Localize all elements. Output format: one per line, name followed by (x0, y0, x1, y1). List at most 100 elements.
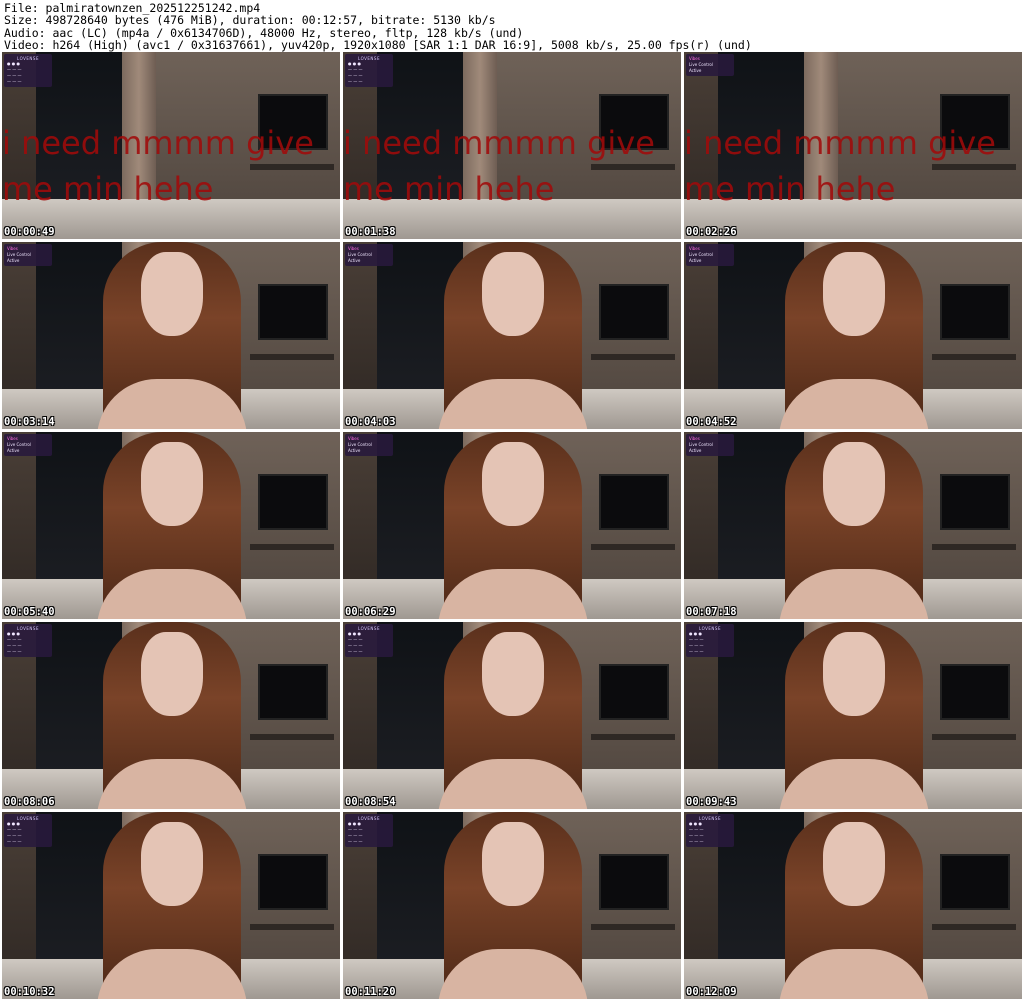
timestamp: 00:12:09 (686, 986, 737, 998)
timestamp: 00:02:26 (686, 226, 737, 238)
panel-active: Active (689, 68, 702, 73)
overlay-line-1: i need mmmm give (2, 124, 314, 162)
thumbnail: Vibes Live Control Active i need mmmm give m… (684, 52, 1022, 239)
toy-control-panel: LOVENSE ● ● ● — — — — — — — — — (345, 814, 393, 847)
tv-screen (258, 474, 328, 530)
tv-screen (258, 854, 328, 910)
thumbnail: LOVENSE ● ● ● — — — — — — — — — 00:10:32 (2, 812, 340, 999)
tv-screen (599, 854, 669, 910)
room-scene (2, 622, 340, 809)
timestamp: 00:09:43 (686, 796, 737, 808)
tv-screen (599, 474, 669, 530)
person-figure (438, 622, 588, 809)
overlay-caption: i need mmmm give me min hehe (343, 120, 681, 212)
thumbnail: Vibes Live Control Active 00:06:29 (343, 432, 681, 619)
room-scene (343, 622, 681, 809)
person-figure (779, 242, 929, 429)
thumbnail: LOVENSE ● ● ● — — — — — — — — — 00:11:20 (343, 812, 681, 999)
toy-control-panel: LOVENSE ● ● ● — — — — — — — — — (4, 624, 52, 657)
toy-control-panel: Vibes Live Control Active (345, 244, 393, 266)
person-figure (438, 432, 588, 619)
room-scene (343, 432, 681, 619)
thumbnail: Vibes Live Control Active 00:03:14 (2, 242, 340, 429)
overlay-line-2: me min hehe (2, 170, 214, 208)
toy-control-panel: LOVENSE ● ● ● — — — — — — — — — (686, 624, 734, 657)
person-figure (97, 622, 247, 809)
timestamp: 00:07:18 (686, 606, 737, 618)
timestamp: 00:11:20 (345, 986, 396, 998)
toy-control-panel: Vibes Live Control Active (345, 434, 393, 456)
timestamp: 00:00:49 (4, 226, 55, 238)
tv-screen (599, 284, 669, 340)
person-figure (779, 432, 929, 619)
panel-active: Active (689, 448, 702, 453)
panel-row: — — — (7, 649, 22, 654)
thumbnail: LOVENSE ● ● ● — — — — — — — — — 00:09:43 (684, 622, 1022, 809)
toy-control-panel: LOVENSE ● ● ● — — — — — — — — — (345, 54, 393, 87)
panel-row: — — — (348, 839, 363, 844)
person-figure (97, 812, 247, 999)
overlay-line-1: i need mmmm give (343, 124, 655, 162)
thumbnail-grid: LOVENSE ● ● ● — — — — — — — — — i need mmmm g… (2, 52, 1022, 1001)
file-info-header: File: palmiratownzen_202512251242.mp4 Si… (0, 0, 1024, 52)
timestamp: 00:04:03 (345, 416, 396, 428)
room-scene (343, 812, 681, 999)
overlay-line-1: i need mmmm give (684, 124, 996, 162)
panel-row: — — — (348, 79, 363, 84)
toy-control-panel: Vibes Live Control Active (686, 244, 734, 266)
timestamp: 00:05:40 (4, 606, 55, 618)
toy-control-panel: LOVENSE ● ● ● — — — — — — — — — (4, 814, 52, 847)
person-figure (779, 622, 929, 809)
thumbnail: LOVENSE ● ● ● — — — — — — — — — 00:08:06 (2, 622, 340, 809)
overlay-line-2: me min hehe (684, 170, 896, 208)
tv-screen (940, 284, 1010, 340)
timestamp: 00:08:54 (345, 796, 396, 808)
panel-row: — — — (7, 839, 22, 844)
person-figure (97, 432, 247, 619)
room-scene (684, 622, 1022, 809)
room-scene (684, 812, 1022, 999)
timestamp: 00:06:29 (345, 606, 396, 618)
tv-screen (940, 474, 1010, 530)
thumbnail: LOVENSE ● ● ● — — — — — — — — — 00:08:54 (343, 622, 681, 809)
timestamp: 00:01:38 (345, 226, 396, 238)
room-scene (2, 242, 340, 429)
timestamp: 00:10:32 (4, 986, 55, 998)
thumbnail: LOVENSE ● ● ● — — — — — — — — — 00:12:09 (684, 812, 1022, 999)
panel-row: — — — (348, 649, 363, 654)
thumbnail: Vibes Live Control Active 00:04:03 (343, 242, 681, 429)
thumbnail: Vibes Live Control Active 00:05:40 (2, 432, 340, 619)
panel-row: — — — (689, 839, 704, 844)
room-scene (343, 242, 681, 429)
toy-control-panel: LOVENSE ● ● ● — — — — — — — — — (345, 624, 393, 657)
thumbnail: LOVENSE ● ● ● — — — — — — — — — i need mmmm g… (2, 52, 340, 239)
thumbnail: Vibes Live Control Active 00:04:52 (684, 242, 1022, 429)
person-figure (438, 812, 588, 999)
person-figure (779, 812, 929, 999)
timestamp: 00:04:52 (686, 416, 737, 428)
tv-screen (258, 664, 328, 720)
overlay-line-2: me min hehe (343, 170, 555, 208)
panel-active: Active (7, 258, 20, 263)
thumbnail: LOVENSE ● ● ● — — — — — — — — — i need mmmm g… (343, 52, 681, 239)
toy-control-panel: Vibes Live Control Active (686, 434, 734, 456)
person-figure (438, 242, 588, 429)
panel-row: — — — (7, 79, 22, 84)
toy-control-panel: Vibes Live Control Active (4, 244, 52, 266)
panel-active: Active (689, 258, 702, 263)
person-figure (97, 242, 247, 429)
tv-screen (940, 664, 1010, 720)
room-scene (684, 432, 1022, 619)
timestamp: 00:08:06 (4, 796, 55, 808)
tv-screen (940, 854, 1010, 910)
room-scene (2, 432, 340, 619)
tv-screen (599, 664, 669, 720)
file-size: Size: 498728640 bytes (476 MiB), duratio… (4, 13, 496, 28)
thumbnail: Vibes Live Control Active 00:07:18 (684, 432, 1022, 619)
tv-screen (258, 284, 328, 340)
room-scene (684, 242, 1022, 429)
panel-active: Active (348, 448, 361, 453)
panel-row: — — — (689, 649, 704, 654)
toy-control-panel: Vibes Live Control Active (686, 54, 734, 76)
video-info: Video: h264 (High) (avc1 / 0x31637661), … (4, 37, 752, 52)
